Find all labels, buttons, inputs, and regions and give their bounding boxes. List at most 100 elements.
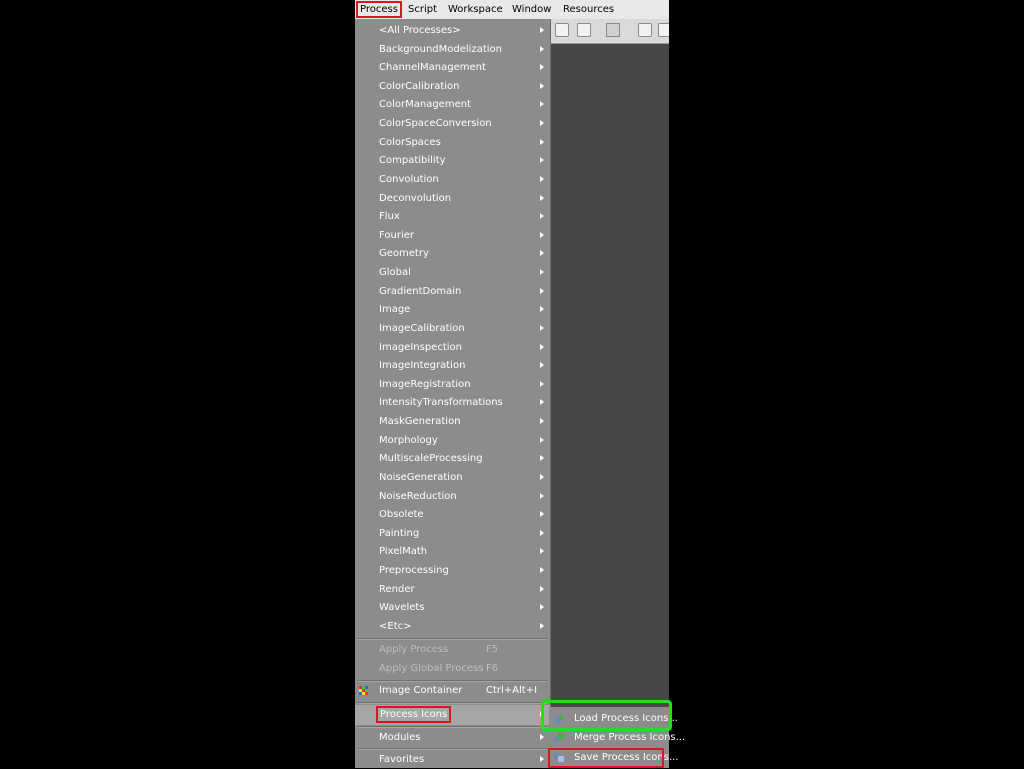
favorites-label: Favorites <box>379 754 425 765</box>
category-item[interactable]: ColorSpaceConversion <box>355 114 550 133</box>
save-icon <box>554 753 564 762</box>
category-item[interactable]: Morphology <box>355 431 550 450</box>
category-label: NoiseGeneration <box>379 471 463 483</box>
category-item[interactable]: NoiseReduction <box>355 487 550 506</box>
category-item[interactable]: Geometry <box>355 244 550 263</box>
menu-process[interactable]: Process <box>356 1 402 18</box>
menu-script[interactable]: Script <box>405 1 440 18</box>
category-item[interactable]: ImageCalibration <box>355 319 550 338</box>
category-label: ColorSpaces <box>379 136 441 148</box>
save-process-icons-item[interactable]: Save Process Icons... <box>549 748 679 767</box>
merge-process-icons-item[interactable]: Merge Process Icons... <box>549 728 685 747</box>
submenu-arrow-icon <box>540 213 544 220</box>
category-label: ImageRegistration <box>379 378 471 390</box>
submenu-arrow-icon <box>540 756 544 762</box>
panel-icon[interactable] <box>658 23 669 37</box>
submenu-arrow-icon <box>540 27 544 33</box>
window-icon[interactable] <box>555 23 569 37</box>
category-item[interactable]: Deconvolution <box>355 189 550 208</box>
category-item[interactable]: Compatibility <box>355 151 550 170</box>
category-label: GradientDomain <box>379 285 462 297</box>
category-label: PixelMath <box>379 546 428 558</box>
save-process-icons-label: Save Process Icons... <box>574 752 679 763</box>
category-item[interactable]: Painting <box>355 524 550 543</box>
submenu-arrow-icon <box>540 566 544 573</box>
apply-process-item[interactable]: Apply Process F5 <box>355 640 550 659</box>
submenu-arrow-icon <box>540 250 544 257</box>
submenu-arrow-icon <box>540 45 544 52</box>
category-label: Preprocessing <box>379 564 449 576</box>
category-item[interactable]: BackgroundModelization <box>355 40 550 59</box>
favorites-item[interactable]: Favorites <box>355 750 550 769</box>
category-item[interactable]: IntensityTransformations <box>355 393 550 412</box>
category-item[interactable]: NoiseGeneration <box>355 468 550 487</box>
image-container-label: Image Container <box>379 685 463 696</box>
category-item[interactable]: Wavelets <box>355 598 550 617</box>
category-label: Global <box>379 267 411 279</box>
submenu-arrow-icon <box>540 380 544 387</box>
category-item[interactable]: ColorSpaces <box>355 133 550 152</box>
category-item[interactable]: <Etc> <box>355 617 550 636</box>
category-item[interactable]: Fourier <box>355 226 550 245</box>
apply-global-process-label: Apply Global Process <box>379 663 484 674</box>
menu-window[interactable]: Window <box>509 1 554 18</box>
category-label: Flux <box>379 211 400 223</box>
category-item[interactable]: PixelMath <box>355 542 550 561</box>
category-item[interactable]: MaskGeneration <box>355 412 550 431</box>
category-label: NoiseReduction <box>379 490 457 502</box>
preview-icon[interactable] <box>638 23 652 37</box>
submenu-arrow-icon <box>540 175 544 182</box>
menu-workspace[interactable]: Workspace <box>445 1 506 18</box>
category-item[interactable]: Preprocessing <box>355 561 550 580</box>
category-label: <All Processes> <box>379 25 461 36</box>
frame-icon[interactable] <box>606 23 620 37</box>
category-label: Wavelets <box>379 602 425 614</box>
image-container-item[interactable]: Image Container Ctrl+Alt+I <box>355 681 550 700</box>
category-item[interactable]: <All Processes> <box>355 21 550 40</box>
submenu-arrow-icon <box>540 343 544 350</box>
load-process-icons-item[interactable]: Load Process Icons... <box>549 709 678 728</box>
modules-item[interactable]: Modules <box>355 728 550 747</box>
submenu-arrow-icon <box>540 138 544 145</box>
submenu-arrow-icon <box>540 418 544 425</box>
category-item[interactable]: ColorManagement <box>355 95 550 114</box>
windows-icon[interactable] <box>577 23 591 37</box>
submenu-arrow-icon <box>540 622 544 629</box>
submenu-arrow-icon <box>540 120 544 127</box>
apply-process-label: Apply Process <box>379 644 449 655</box>
category-item[interactable]: ImageRegistration <box>355 375 550 394</box>
category-label: ChannelManagement <box>379 62 486 74</box>
category-item[interactable]: ChannelManagement <box>355 58 550 77</box>
merge-process-icons-label: Merge Process Icons... <box>574 732 686 743</box>
submenu-arrow-icon <box>540 157 544 164</box>
apply-global-process-item[interactable]: Apply Global Process F6 <box>355 659 550 678</box>
category-item[interactable]: MultiscaleProcessing <box>355 449 550 468</box>
submenu-arrow-icon <box>540 287 544 294</box>
category-item[interactable]: GradientDomain <box>355 282 550 301</box>
category-item[interactable]: Convolution <box>355 170 550 189</box>
submenu-arrow-icon <box>540 492 544 499</box>
image-container-shortcut: Ctrl+Alt+I <box>486 685 538 696</box>
category-label: ImageInspection <box>379 341 462 353</box>
submenu-arrow-icon <box>540 269 544 276</box>
process-icons-item[interactable]: Process Icons <box>355 705 550 725</box>
category-item[interactable]: ImageInspection <box>355 338 550 357</box>
category-item[interactable]: Render <box>355 580 550 599</box>
submenu-arrow-icon <box>540 734 544 740</box>
category-item[interactable]: ImageIntegration <box>355 356 550 375</box>
category-item[interactable]: Flux <box>355 207 550 226</box>
category-item[interactable]: ColorCalibration <box>355 77 550 96</box>
category-item[interactable]: Obsolete <box>355 505 550 524</box>
process-icons-submenu: Load Process Icons... Merge Process Icon… <box>549 707 685 768</box>
submenu-arrow-icon <box>540 82 544 89</box>
menu-resources[interactable]: Resources <box>560 1 617 18</box>
submenu-arrow-icon <box>540 548 544 555</box>
category-label: ImageCalibration <box>379 322 465 334</box>
submenu-arrow-icon <box>540 473 544 480</box>
category-label: ColorCalibration <box>379 80 460 92</box>
category-item[interactable]: Global <box>355 263 550 282</box>
submenu-arrow-icon <box>540 511 544 518</box>
category-label: Compatibility <box>379 155 446 167</box>
load-process-icons-label: Load Process Icons... <box>574 713 678 724</box>
category-item[interactable]: Image <box>355 300 550 319</box>
